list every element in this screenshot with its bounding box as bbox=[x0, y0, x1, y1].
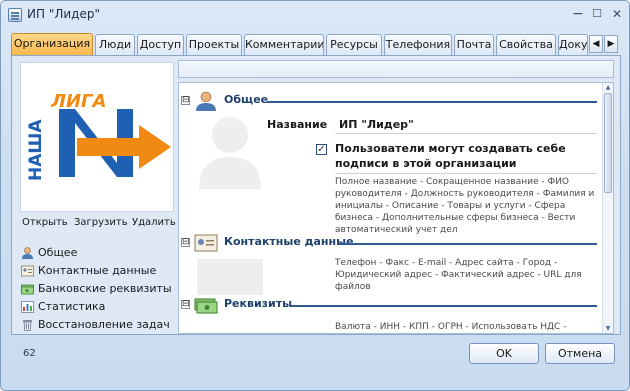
record-counter: 62 bbox=[23, 348, 36, 359]
cancel-button[interactable]: Отмена bbox=[545, 343, 615, 364]
signature-checkbox-label: Пользователи могут создавать себе подпис… bbox=[335, 142, 566, 170]
collapse-general-toggle[interactable]: ⊟ bbox=[181, 96, 190, 105]
nav-item-contacts[interactable]: Контактные данные bbox=[20, 262, 180, 280]
tab-people[interactable]: Люди bbox=[95, 34, 135, 55]
tab-resources[interactable]: Ресурсы bbox=[326, 34, 382, 55]
tab-properties[interactable]: Свойства bbox=[496, 34, 556, 55]
scrollbar-thumb[interactable] bbox=[604, 93, 612, 193]
nav-item-label: Банковские реквизиты bbox=[38, 282, 172, 295]
liga-logo-image: ЛИГА НАША bbox=[26, 91, 171, 181]
minimize-button[interactable]: − bbox=[568, 5, 588, 23]
tab-content-organization: ЛИГА НАША Открыть Загрузить Удалить Обще… bbox=[11, 55, 621, 335]
section-contacts: ⊟ Контактные данные Телефон - Факс - E-m… bbox=[179, 233, 603, 295]
collapse-contacts-toggle[interactable]: ⊟ bbox=[181, 238, 190, 247]
organization-logo[interactable]: ЛИГА НАША bbox=[20, 62, 174, 212]
nav-item-label: Статистика bbox=[38, 300, 106, 313]
window-title: ИП "Лидер" bbox=[27, 7, 100, 21]
properties-scrollbar[interactable]: ▲ ▼ bbox=[602, 83, 613, 333]
section-divider bbox=[339, 243, 597, 245]
logo-actions: Открыть Загрузить Удалить bbox=[22, 217, 176, 231]
requisites-fields-description: Валюта - ИНН - КПП - ОГРН - Использовать… bbox=[335, 322, 567, 332]
nav-item-statistics[interactable]: Статистика bbox=[20, 298, 180, 316]
tab-telephony[interactable]: Телефония bbox=[384, 34, 452, 55]
tab-comments[interactable]: Комментарии bbox=[244, 34, 324, 55]
section-requisites: ⊟ Реквизиты Валюта - ИНН - КПП - ОГРН - … bbox=[179, 295, 603, 333]
close-button[interactable]: ✕ bbox=[607, 5, 627, 23]
checkbox-underline bbox=[335, 173, 597, 174]
logo-open-link[interactable]: Открыть bbox=[22, 217, 68, 228]
tab-scroll-right-button[interactable]: ▶ bbox=[604, 35, 618, 53]
section-divider bbox=[291, 305, 597, 307]
tab-projects[interactable]: Проекты bbox=[186, 34, 242, 55]
tab-strip: Организация Люди Доступ Проекты Коммента… bbox=[11, 33, 621, 55]
dialog-window: ИП "Лидер" − ☐ ✕ Организация Люди Доступ… bbox=[0, 0, 630, 391]
nav-item-label: Контактные данные bbox=[38, 264, 157, 277]
tab-access[interactable]: Доступ bbox=[137, 34, 184, 55]
contacts-fields-description: Телефон - Факс - E-mail - Адрес сайта - … bbox=[335, 258, 582, 292]
general-fields-description: Полное название - Сокращенное название -… bbox=[335, 177, 595, 235]
tab-documents[interactable]: Доку bbox=[558, 34, 588, 55]
logo-delete-link[interactable]: Удалить bbox=[132, 217, 176, 228]
title-bar[interactable]: ИП "Лидер" − ☐ ✕ bbox=[1, 1, 629, 29]
section-title-contacts: Контактные данные bbox=[224, 235, 354, 248]
tab-scroll-left-button[interactable]: ◀ bbox=[589, 35, 603, 53]
collapse-requisites-toggle[interactable]: ⊟ bbox=[181, 300, 190, 309]
signature-checkbox[interactable]: ✓ bbox=[316, 144, 327, 155]
nav-item-bank-details[interactable]: Банковские реквизиты bbox=[20, 280, 180, 298]
stats-icon bbox=[21, 301, 34, 313]
nav-item-restore-tasks[interactable]: Восстановление задач bbox=[20, 316, 180, 334]
bank-notes-icon bbox=[21, 284, 34, 295]
bank-notes-section-icon bbox=[194, 298, 218, 314]
nav-item-general[interactable]: Общее bbox=[20, 244, 180, 262]
ok-button[interactable]: OK bbox=[469, 343, 539, 364]
name-underline bbox=[335, 133, 597, 134]
nav-item-label: Восстановление задач bbox=[38, 318, 170, 331]
filter-bar[interactable] bbox=[178, 60, 614, 78]
contact-card-section-icon bbox=[194, 234, 218, 252]
properties-panel: ⊟ Общее Название ИП "Лидер" ✓ Пользовате… bbox=[178, 82, 614, 334]
name-label: Название bbox=[267, 118, 328, 131]
scroll-down-arrow-icon[interactable]: ▼ bbox=[603, 325, 613, 332]
person-section-icon bbox=[196, 91, 216, 111]
logo-line2: НАША bbox=[26, 119, 46, 181]
section-title-general: Общее bbox=[224, 93, 269, 106]
section-general: ⊟ Общее Название ИП "Лидер" ✓ Пользовате… bbox=[179, 91, 603, 235]
trash-icon bbox=[23, 320, 32, 331]
maximize-button[interactable]: ☐ bbox=[587, 5, 607, 23]
scroll-up-arrow-icon[interactable]: ▲ bbox=[603, 84, 613, 91]
person-icon bbox=[22, 247, 33, 259]
name-value[interactable]: ИП "Лидер" bbox=[339, 118, 414, 131]
app-icon bbox=[8, 8, 22, 22]
tab-mail[interactable]: Почта bbox=[454, 34, 494, 55]
section-title-requisites: Реквизиты bbox=[224, 297, 293, 310]
person-watermark-icon bbox=[199, 117, 261, 189]
tab-organization[interactable]: Организация bbox=[11, 33, 93, 55]
logo-line1: ЛИГА bbox=[50, 91, 106, 112]
contact-card-icon bbox=[21, 265, 34, 277]
logo-upload-link[interactable]: Загрузить bbox=[74, 217, 128, 228]
contact-watermark-icon bbox=[197, 259, 263, 295]
section-divider bbox=[267, 101, 597, 103]
nav-item-label: Общее bbox=[38, 246, 78, 259]
left-nav: Общее Контактные данные Банковские рекви… bbox=[20, 244, 180, 334]
